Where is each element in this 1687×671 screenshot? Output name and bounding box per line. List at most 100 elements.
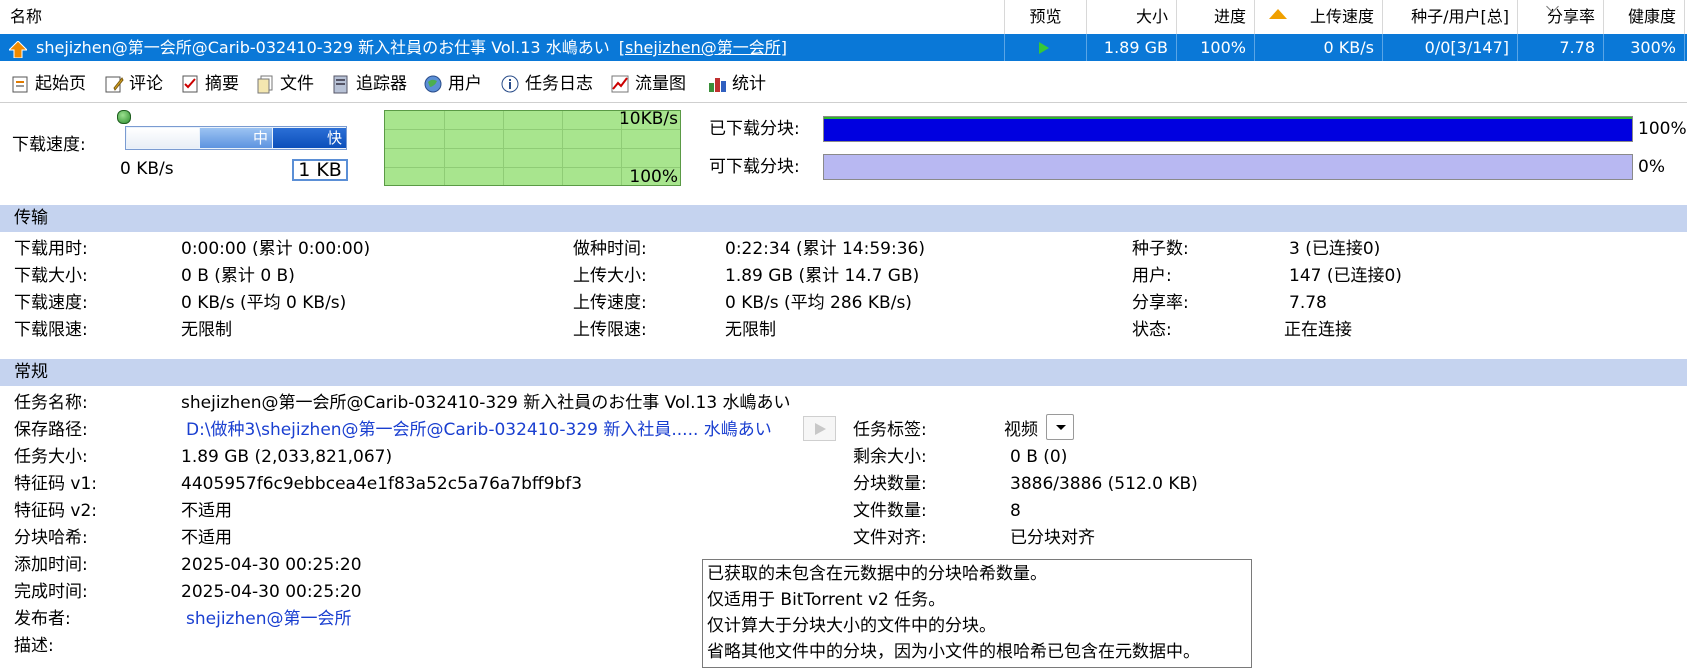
save-path-label: 保存路径: [14, 420, 88, 440]
graph-percent-label: 100% [629, 167, 678, 187]
download-speed-label: 下载速度: [12, 135, 86, 155]
slider-segment-low[interactable] [127, 128, 199, 148]
up-speed-label: 上传速度: [573, 293, 647, 313]
task-name-cell[interactable]: shejizhen@第一会所@Carib-032410-329 新入社員のお仕事… [0, 34, 1005, 61]
tab-summary[interactable]: 摘要 [180, 69, 239, 99]
dl-size-label: 下载大小: [14, 266, 88, 286]
column-header-preview[interactable]: 预览 [1005, 0, 1087, 34]
detail-tabs: 起始页 评论 摘要 文件 追踪器 用户 任务日志 流量图 统计 [0, 66, 1687, 103]
piece-hash-value: 不适用 [181, 528, 232, 548]
speed-graph: 10KB/s 100% [384, 109, 681, 187]
ratio-cell: 7.78 [1518, 34, 1604, 61]
available-pieces-bar [823, 154, 1633, 180]
preview-cell[interactable] [1005, 34, 1087, 61]
comment-icon [104, 74, 124, 94]
hash-v1-value: 4405957f6c9ebbcea4e1f83a52c5a76a7bff9bf3 [181, 474, 583, 494]
tab-comments[interactable]: 评论 [104, 69, 163, 99]
tab-files[interactable]: 文件 [255, 69, 314, 99]
pieces-label: 分块数量: [853, 474, 927, 494]
speed-slider-thumb-icon[interactable] [117, 110, 131, 124]
tab-trackers[interactable]: 追踪器 [331, 69, 407, 99]
column-header-ratio[interactable]: 分享率 [1518, 0, 1604, 34]
dl-speed-value: 0 KB/s (平均 0 KB/s) [181, 293, 347, 313]
dl-speed-label: 下载速度: [14, 293, 88, 313]
downloaded-pieces-percent: 100% [1638, 119, 1687, 139]
task-tag-label: 任务标签: [853, 420, 927, 440]
play-icon[interactable] [1039, 42, 1049, 54]
task-tag-value: 视频 [1004, 420, 1038, 440]
tag-dropdown-button[interactable] [1046, 414, 1074, 440]
up-size-value: 1.89 GB (累计 14.7 GB) [725, 266, 920, 286]
ratio-value: 7.78 [1289, 293, 1327, 313]
file-align-label: 文件对齐: [853, 528, 927, 548]
dl-time-value: 0:00:00 (累计 0:00:00) [181, 239, 371, 259]
task-row-selected[interactable]: shejizhen@第一会所@Carib-032410-329 新入社員のお仕事… [0, 34, 1687, 61]
upload-speed-cell: 0 KB/s [1255, 34, 1383, 61]
downloaded-pieces-label: 已下载分块: [709, 119, 800, 139]
column-header-upload-speed[interactable]: 上传速度 [1255, 0, 1383, 34]
seed-time-value: 0:22:34 (累计 14:59:36) [725, 239, 925, 259]
task-size-label: 任务大小: [14, 447, 88, 467]
publisher-link[interactable]: shejizhen@第一会所 [186, 607, 351, 631]
available-pieces-label: 可下载分块: [709, 157, 800, 177]
added-time-value: 2025-04-30 00:25:20 [181, 555, 362, 575]
dl-size-value: 0 B (累计 0 B) [181, 266, 295, 286]
current-speed-value: 0 KB/s [120, 159, 174, 179]
dl-time-label: 下载用时: [14, 239, 88, 259]
progress-cell: 100% [1177, 34, 1255, 61]
remaining-label: 剩余大小: [853, 447, 927, 467]
info-icon [500, 74, 520, 94]
tab-traffic-chart[interactable]: 流量图 [610, 69, 686, 99]
speed-limit-input[interactable]: 1 KB [292, 159, 348, 181]
seeds-value: 3 (已连接0) [1289, 239, 1381, 259]
tab-statistics[interactable]: 统计 [707, 69, 766, 99]
users-icon [423, 74, 443, 94]
column-header-health[interactable]: 健康度 [1604, 0, 1685, 34]
column-header-seeds-peers[interactable]: 种子/用户[总] [1383, 0, 1518, 34]
save-path-link[interactable]: D:\做种3\shejizhen@第一会所@Carib-032410-329 新… [186, 418, 772, 442]
piece-hash-label: 分块哈希: [14, 528, 88, 548]
seeds-label: 种子数: [1132, 239, 1189, 259]
tab-task-log[interactable]: 任务日志 [500, 69, 593, 99]
slider-segment-mid[interactable]: 中 [200, 128, 272, 148]
tooltip-line-2: 仅适用于 BitTorrent v2 任务。 [707, 590, 946, 610]
summary-icon [180, 74, 200, 94]
task-tag-link[interactable]: [shejizhen@第一会所] [619, 38, 787, 57]
downloaded-pieces-bar [823, 116, 1633, 142]
tooltip-line-4: 省略其他文件中的分块，因为小文件的根哈希已包含在元数据中。 [707, 642, 1200, 662]
seed-time-label: 做种时间: [573, 239, 647, 259]
tracker-icon [331, 74, 351, 94]
pieces-value: 3886/3886 (512.0 KB) [1010, 474, 1198, 494]
speed-limit-slider[interactable]: 中 快 [125, 126, 347, 150]
tooltip-line-1: 已获取的未包含在元数据中的分块哈希数量。 [707, 564, 1047, 584]
available-pieces-fill [824, 155, 1632, 179]
available-pieces-percent: 0% [1638, 157, 1665, 177]
downloaded-pieces-fill [824, 117, 1632, 141]
peers-value: 147 (已连接0) [1289, 266, 1402, 286]
hash-v2-label: 特征码 v2: [14, 501, 98, 521]
open-arrow-icon [815, 423, 826, 435]
tab-users[interactable]: 用户 [423, 69, 482, 99]
slider-segment-fast[interactable]: 快 [273, 128, 346, 148]
task-list-header: 名称 预览 大小 进度 上传速度 种子/用户[总] 分享率 健康度 [0, 0, 1687, 35]
column-header-size[interactable]: 大小 [1087, 0, 1177, 34]
home-icon [10, 74, 30, 94]
publisher-label: 发布者: [14, 609, 71, 629]
tab-home[interactable]: 起始页 [10, 69, 86, 99]
tooltip-line-3: 仅计算大于分块大小的文件中的分块。 [707, 616, 996, 636]
health-cell: 300% [1604, 34, 1685, 61]
upload-arrow-icon [1269, 9, 1287, 19]
column-header-progress[interactable]: 进度 [1177, 0, 1255, 34]
piece-hash-tooltip: 已获取的未包含在元数据中的分块哈希数量。 仅适用于 BitTorrent v2 … [702, 559, 1252, 668]
hash-v1-label: 特征码 v1: [14, 474, 98, 494]
up-limit-label: 上传限速: [573, 320, 647, 340]
seeds-peers-cell: 0/0[3/147] [1383, 34, 1518, 61]
status-value: 正在连接 [1284, 320, 1352, 340]
hash-v2-value: 不适用 [181, 501, 232, 521]
column-header-name[interactable]: 名称 [0, 0, 1005, 34]
status-label: 状态: [1132, 320, 1172, 340]
task-name-value: shejizhen@第一会所@Carib-032410-329 新入社員のお仕事… [181, 393, 791, 413]
open-folder-button[interactable] [803, 416, 836, 441]
up-size-label: 上传大小: [573, 266, 647, 286]
description-label: 描述: [14, 636, 54, 656]
